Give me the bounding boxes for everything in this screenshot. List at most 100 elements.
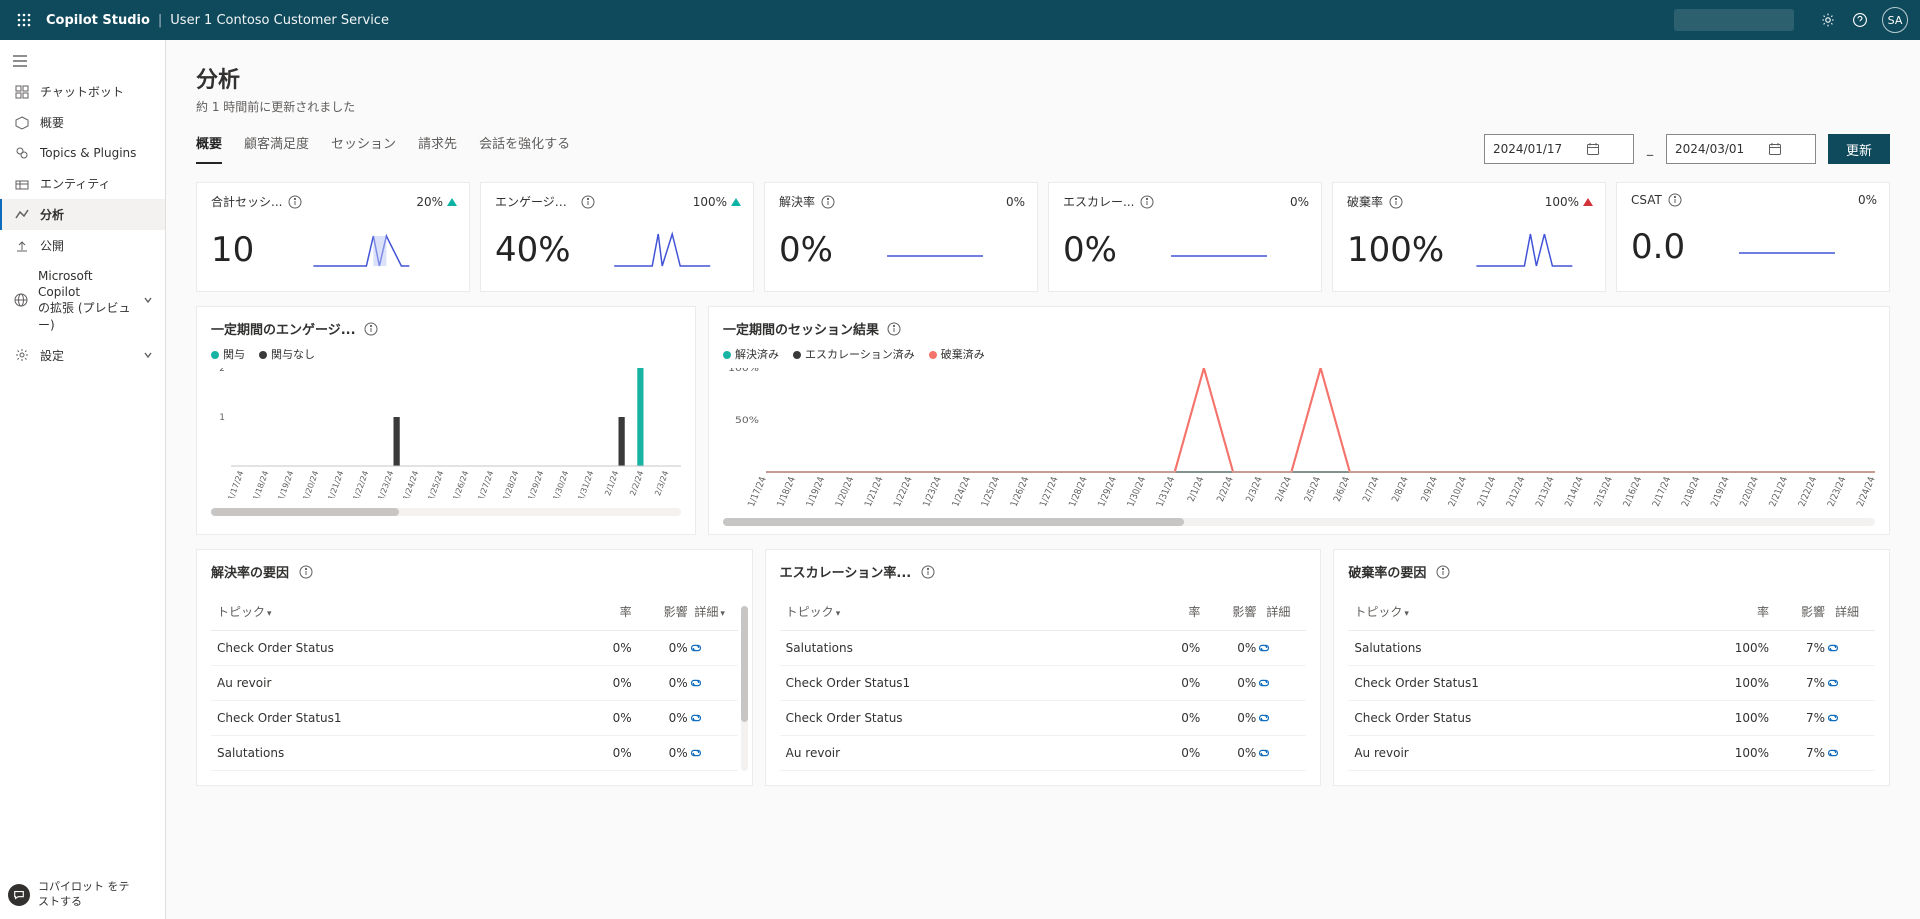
svg-text:2/1/24: 2/1/24 [603,470,620,497]
detail-link-icon[interactable] [1256,711,1300,725]
kpi-value: 40% [495,230,571,270]
cell-rate: 0% [576,711,632,725]
app-launcher-icon[interactable] [12,8,36,32]
date-to-input[interactable]: 2024/03/01 [1666,134,1816,164]
info-icon[interactable] [921,565,935,579]
chevron-down-icon [143,350,153,360]
col-detail[interactable]: 詳細 [1825,603,1869,620]
detail-link-icon[interactable] [688,676,732,690]
col-impact[interactable]: 影響 [1200,603,1256,620]
detail-link-icon[interactable] [1256,746,1300,760]
svg-text:1/17/24: 1/17/24 [226,470,245,498]
col-topic[interactable]: トピック▾ [1354,603,1713,620]
col-impact[interactable]: 影響 [1769,603,1825,620]
cell-rate: 100% [1713,746,1769,760]
info-icon[interactable] [887,322,901,336]
info-icon[interactable] [581,195,595,209]
scrollbar-horizontal[interactable] [211,508,681,516]
info-icon[interactable] [1668,193,1682,207]
info-icon[interactable] [364,322,378,336]
info-icon[interactable] [299,565,313,579]
tab-sessions[interactable]: セッション [331,133,396,164]
cell-rate: 100% [1713,641,1769,655]
breadcrumb[interactable]: User 1 Contoso Customer Service [170,13,389,28]
svg-text:2/3/24: 2/3/24 [1245,476,1266,504]
avatar[interactable]: SA [1882,7,1908,33]
detail-link-icon[interactable] [1825,676,1869,690]
sidebar-item-publish[interactable]: 公開 [0,230,165,261]
detail-link-icon[interactable] [1825,641,1869,655]
col-rate[interactable]: 率 [1144,603,1200,620]
kpi-title: 解決率 [779,193,815,210]
info-icon[interactable] [1140,195,1154,209]
sidebar-item-copilot-ext[interactable]: Microsoft Copilot の拡張 (プレビュー) [0,261,165,340]
test-copilot-chip[interactable]: コパイロット をテ ストする [8,880,130,909]
gear-icon [14,347,30,363]
svg-text:1/25/24: 1/25/24 [980,476,1003,508]
svg-text:2/16/24: 2/16/24 [1622,476,1645,508]
sidebar-item-topics[interactable]: Topics & Plugins [0,138,165,168]
sidebar-item-chatbots[interactable]: チャットボット [0,76,165,107]
info-icon[interactable] [1389,195,1403,209]
table-row: Au revoir 0% 0% [780,736,1307,771]
sidebar-item-analytics[interactable]: 分析 [0,199,165,230]
scrollbar-vertical[interactable] [741,606,748,771]
col-rate[interactable]: 率 [1713,603,1769,620]
detail-link-icon[interactable] [688,746,732,760]
tab-csat[interactable]: 顧客満足度 [244,133,309,164]
table-row: Check Order Status 0% 0% [780,701,1307,736]
svg-text:2/10/24: 2/10/24 [1447,476,1470,508]
detail-link-icon[interactable] [1825,746,1869,760]
cell-topic: Check Order Status1 [786,676,1145,690]
detail-link-icon[interactable] [1256,676,1300,690]
svg-text:1/23/24: 1/23/24 [376,470,395,498]
table-row: Au revoir 100% 7% [1348,736,1875,771]
tabs: 概要 顧客満足度 セッション 請求先 会話を強化する [196,133,570,164]
upload-icon [14,238,30,254]
date-from-input[interactable]: 2024/01/17 [1484,134,1634,164]
cell-rate: 0% [1144,641,1200,655]
svg-text:2/17/24: 2/17/24 [1651,476,1674,508]
detail-link-icon[interactable] [1825,711,1869,725]
scrollbar-horizontal[interactable] [723,518,1875,526]
col-detail[interactable]: 詳細 [1256,603,1300,620]
info-icon[interactable] [288,195,302,209]
detail-link-icon[interactable] [688,641,732,655]
sidebar-item-entities[interactable]: エンティティ [0,168,165,199]
hamburger-icon[interactable] [0,46,165,76]
cell-rate: 100% [1713,711,1769,725]
svg-text:1/19/24: 1/19/24 [276,470,295,498]
gear-icon[interactable] [1814,6,1842,34]
sparkline [845,226,1025,274]
svg-text:1/26/24: 1/26/24 [451,470,470,498]
sparkline [1129,226,1309,274]
col-topic[interactable]: トピック▾ [217,603,576,620]
col-topic[interactable]: トピック▾ [786,603,1145,620]
kpi-trend: 100% [1545,195,1593,209]
tab-boost[interactable]: 会話を強化する [479,133,570,164]
svg-text:1/31/24: 1/31/24 [1155,476,1178,508]
env-selector[interactable] [1674,9,1794,31]
col-impact[interactable]: 影響 [632,603,688,620]
help-icon[interactable] [1846,6,1874,34]
sidebar-item-overview[interactable]: 概要 [0,107,165,138]
sidebar-item-label: チャットボット [40,83,124,100]
svg-text:2/11/24: 2/11/24 [1476,476,1499,508]
tab-overview[interactable]: 概要 [196,133,222,164]
cell-topic: Au revoir [786,746,1145,760]
sidebar-item-settings[interactable]: 設定 [0,340,165,371]
kpi-trend: 100% [693,195,741,209]
detail-link-icon[interactable] [1256,641,1300,655]
svg-text:1/30/24: 1/30/24 [1126,476,1149,508]
col-rate[interactable]: 率 [576,603,632,620]
panel-session-outcome-chart: 一定期間のセッション結果 解決済み エスカレーション済み 破棄済み 50%100… [708,306,1890,535]
info-icon[interactable] [821,195,835,209]
cell-rate: 0% [576,641,632,655]
detail-link-icon[interactable] [688,711,732,725]
update-button[interactable]: 更新 [1828,134,1890,164]
info-icon[interactable] [1436,565,1450,579]
grid-icon [14,84,30,100]
kpi-card: エスカレー... 0% 0% [1048,182,1322,292]
col-detail[interactable]: 詳細▾ [688,603,732,620]
tab-billing[interactable]: 請求先 [418,133,457,164]
